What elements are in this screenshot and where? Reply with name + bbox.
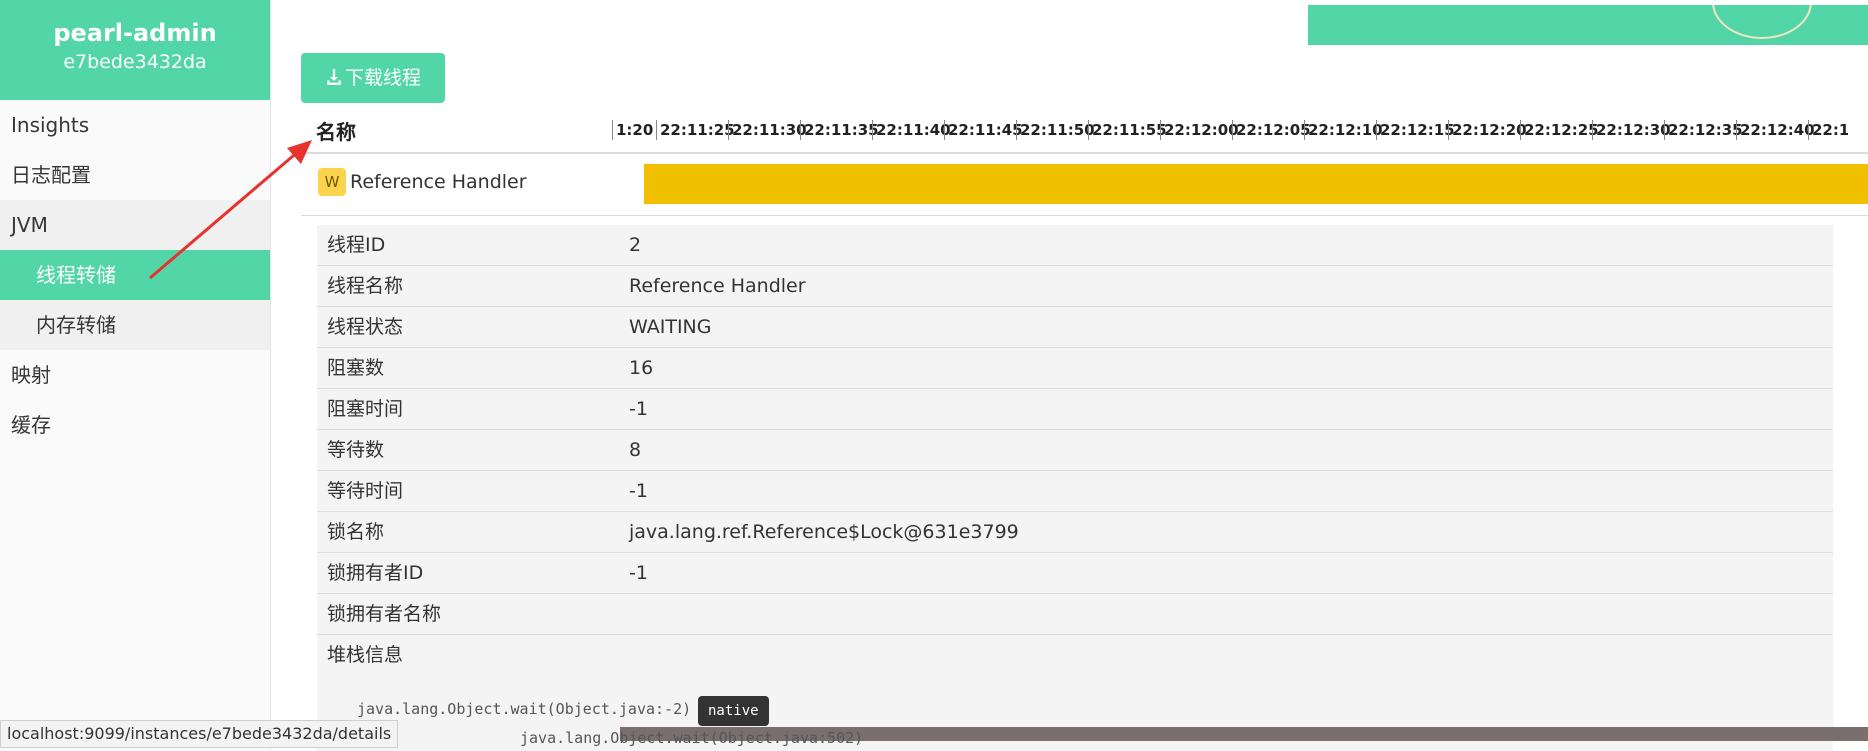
timeline-tick: 22:12:30 xyxy=(1592,120,1671,140)
sidebar-item-caches[interactable]: 缓存 xyxy=(0,400,270,450)
detail-row-thread-id: 线程ID 2 xyxy=(317,225,1833,266)
browser-status-url: localhost:9099/instances/e7bede3432da/de… xyxy=(0,720,399,748)
detail-row-thread-state: 线程状态 WAITING xyxy=(317,307,1833,348)
detail-value: -1 xyxy=(629,398,648,420)
timeline-tick: 22:12:15 xyxy=(1376,120,1455,140)
timeline-tick: 22:12:25 xyxy=(1520,120,1599,140)
brand-header[interactable]: pearl-admin e7bede3432da xyxy=(0,0,270,100)
detail-row-lock-owner-id: 锁拥有者ID -1 xyxy=(317,553,1833,594)
download-icon xyxy=(327,69,341,85)
detail-row-lock-owner-name: 锁拥有者名称 xyxy=(317,594,1833,635)
timeline-tick: 22:12:05 xyxy=(1232,120,1311,140)
timeline-tick: 22:12:20 xyxy=(1448,120,1527,140)
timeline-tick: 22:11:35 xyxy=(800,120,879,140)
detail-key: 等待时间 xyxy=(327,480,404,502)
instance-id: e7bede3432da xyxy=(63,51,207,73)
detail-value: java.lang.ref.Reference$Lock@631e3799 xyxy=(629,521,1019,543)
detail-key: 等待数 xyxy=(327,439,385,461)
detail-value: 8 xyxy=(629,439,642,461)
sidebar-item-mappings[interactable]: 映射 xyxy=(0,350,270,400)
thread-name[interactable]: Reference Handler xyxy=(350,168,527,196)
sidebar-item-log-config[interactable]: 日志配置 xyxy=(0,150,270,200)
detail-key: 线程名称 xyxy=(327,275,404,297)
thread-details: 线程ID 2 线程名称 Reference Handler 线程状态 WAITING … xyxy=(317,225,1833,751)
detail-value: Reference Handler xyxy=(629,275,806,297)
thread-timeline-bar[interactable] xyxy=(644,164,1868,204)
timeline-tick: 22:11:40 xyxy=(872,120,951,140)
timeline-tick: 22:12:00 xyxy=(1160,120,1239,140)
detail-row-thread-name: 线程名称 Reference Handler xyxy=(317,266,1833,307)
detail-key: 阻塞时间 xyxy=(327,398,404,420)
timeline-tick: 1:20 xyxy=(612,120,653,140)
banner-decoration xyxy=(1712,5,1812,39)
detail-key: 锁拥有者名称 xyxy=(327,603,442,625)
timeline-header: 名称 1:20 22:11:25 22:11:30 22:11:35 22:11… xyxy=(301,110,1868,154)
sidebar-item-insights[interactable]: Insights xyxy=(0,100,270,150)
app-name: pearl-admin xyxy=(53,19,217,47)
timeline-tick: 22:12:10 xyxy=(1304,120,1383,140)
detail-value: 2 xyxy=(629,234,642,256)
detail-value: -1 xyxy=(629,562,648,584)
timeline-tick: 22:11:50 xyxy=(1016,120,1095,140)
main-content: 下载线程 名称 1:20 22:11:25 22:11:30 22:11:35 … xyxy=(271,0,1868,751)
name-column-header: 名称 xyxy=(316,120,356,144)
detail-key: 阻塞数 xyxy=(327,357,385,379)
detail-value: -1 xyxy=(629,480,648,502)
native-badge: native xyxy=(698,696,769,726)
timeline-tick: 22:11:55 xyxy=(1088,120,1167,140)
sidebar-item-jvm[interactable]: JVM xyxy=(0,200,270,250)
download-label: 下载线程 xyxy=(344,67,421,89)
header-banner xyxy=(1308,5,1868,45)
detail-value: WAITING xyxy=(629,316,712,338)
detail-key: 线程ID xyxy=(327,234,386,256)
thread-row[interactable]: W Reference Handler xyxy=(301,156,1868,216)
detail-row-blocked-count: 阻塞数 16 xyxy=(317,348,1833,389)
detail-key: 堆栈信息 xyxy=(327,644,404,666)
sidebar-item-thread-dump[interactable]: 线程转储 xyxy=(0,250,270,300)
detail-row-waited-time: 等待时间 -1 xyxy=(317,471,1833,512)
timeline-tick: 22:11:25 xyxy=(656,120,735,140)
stack-frame: java.lang.Object.wait(Object.java:-2) xyxy=(357,700,692,718)
thread-state-badge: W xyxy=(318,168,346,196)
detail-key: 线程状态 xyxy=(327,316,404,338)
detail-key: 锁拥有者ID xyxy=(327,562,424,584)
detail-key: 锁名称 xyxy=(327,521,385,543)
sidebar: pearl-admin e7bede3432da Insights 日志配置 J… xyxy=(0,0,271,751)
timeline-tick: 22:11:30 xyxy=(728,120,807,140)
detail-row-blocked-time: 阻塞时间 -1 xyxy=(317,389,1833,430)
timeline-tick: 22:11:45 xyxy=(944,120,1023,140)
detail-row-waited-count: 等待数 8 xyxy=(317,430,1833,471)
timeline-tick: 22:12 xyxy=(1808,120,1848,140)
sidebar-item-heap-dump[interactable]: 内存转储 xyxy=(0,300,270,350)
timeline-tick: 22:12:40 xyxy=(1736,120,1815,140)
stack-frame: java.lang.Object.wait(Object.java:502) xyxy=(520,729,864,747)
detail-row-stack-trace: 堆栈信息 xyxy=(317,635,1833,676)
detail-value: 16 xyxy=(629,357,654,379)
timeline-axis: 1:20 22:11:25 22:11:30 22:11:35 22:11:40… xyxy=(612,110,1848,154)
timeline-tick: 22:12:35 xyxy=(1664,120,1743,140)
detail-row-lock-name: 锁名称 java.lang.ref.Reference$Lock@631e3799 xyxy=(317,512,1833,553)
download-threads-button[interactable]: 下载线程 xyxy=(301,53,445,103)
